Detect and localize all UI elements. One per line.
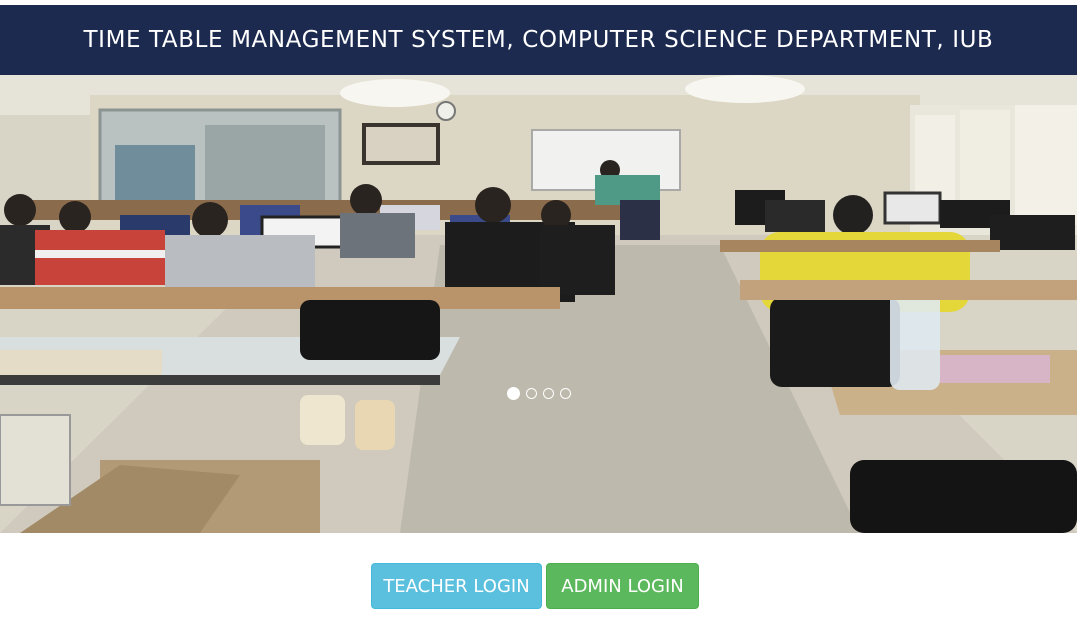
page-title: TIME TABLE MANAGEMENT SYSTEM, COMPUTER S… xyxy=(83,27,994,53)
carousel-indicators xyxy=(0,387,1077,400)
computer-lab-photo xyxy=(0,75,1077,533)
carousel-indicator-1[interactable] xyxy=(506,387,520,400)
page-header: TIME TABLE MANAGEMENT SYSTEM, COMPUTER S… xyxy=(0,5,1077,75)
login-buttons: TEACHER LOGIN ADMIN LOGIN xyxy=(0,563,1077,609)
teacher-login-button[interactable]: TEACHER LOGIN xyxy=(371,563,542,609)
admin-login-button[interactable]: ADMIN LOGIN xyxy=(546,563,699,609)
image-carousel[interactable] xyxy=(0,75,1077,533)
carousel-indicator-3[interactable] xyxy=(542,388,554,399)
carousel-indicator-4[interactable] xyxy=(559,388,571,399)
carousel-indicator-2[interactable] xyxy=(525,388,537,399)
